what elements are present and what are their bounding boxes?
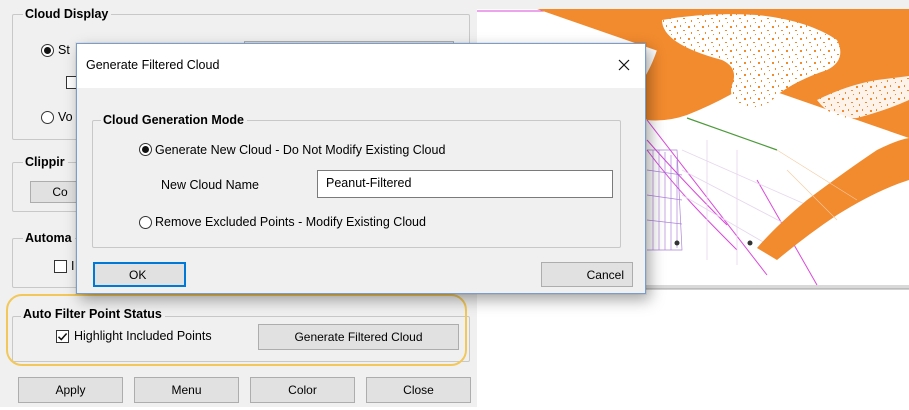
color-button[interactable]: Color <box>250 377 355 403</box>
dialog-title: Generate Filtered Cloud <box>86 58 220 72</box>
close-button[interactable]: Close <box>366 377 471 403</box>
clipping-title: Clippir <box>23 154 68 170</box>
color-label: Color <box>288 383 317 397</box>
menu-button[interactable]: Menu <box>134 377 239 403</box>
cancel-label: Cancel <box>586 267 624 282</box>
cloud-generation-mode-title: Cloud Generation Mode <box>101 112 247 128</box>
voxel-cloud-label: Vo <box>58 110 73 124</box>
generate-filtered-cloud-button[interactable]: Generate Filtered Cloud <box>258 324 459 350</box>
standard-cloud-radio[interactable] <box>41 44 54 57</box>
menu-label: Menu <box>171 383 202 397</box>
dialog-titlebar[interactable]: Generate Filtered Cloud <box>77 44 645 88</box>
new-cloud-name-input[interactable]: Peanut-Filtered <box>317 170 613 198</box>
remove-excluded-points-radio[interactable] <box>139 216 152 229</box>
highlight-included-label: Highlight Included Points <box>74 329 212 343</box>
automatic-checkbox[interactable] <box>54 260 67 273</box>
standard-cloud-label: St <box>58 43 70 57</box>
new-cloud-name-value: Peanut-Filtered <box>326 176 412 190</box>
cancel-button[interactable]: Cancel <box>541 262 633 287</box>
new-cloud-name-label: New Cloud Name <box>161 178 259 192</box>
auto-filter-title: Auto Filter Point Status <box>21 306 165 322</box>
apply-label: Apply <box>55 383 86 397</box>
close-label: Close <box>403 383 434 397</box>
generate-filtered-cloud-dialog: Generate Filtered Cloud Cloud Generation… <box>76 43 646 294</box>
automatic-title: Automa <box>23 230 75 246</box>
voxel-cloud-radio[interactable] <box>41 111 54 124</box>
highlight-included-checkbox[interactable] <box>56 330 69 343</box>
remove-excluded-points-label: Remove Excluded Points - Modify Existing… <box>155 215 426 229</box>
generate-new-cloud-radio[interactable] <box>139 143 152 156</box>
automatic-check-label: I <box>71 259 75 273</box>
checkmark-icon <box>57 333 68 341</box>
generate-new-cloud-label: Generate New Cloud - Do Not Modify Exist… <box>155 143 446 157</box>
close-icon <box>618 59 630 71</box>
apply-button[interactable]: Apply <box>18 377 123 403</box>
cloud-display-title: Cloud Display <box>23 6 112 22</box>
generate-filtered-cloud-label: Generate Filtered Cloud <box>294 330 423 344</box>
ok-label: OK <box>129 267 147 282</box>
clipping-button-label: Co <box>52 185 68 199</box>
ok-button[interactable]: OK <box>93 262 186 287</box>
dialog-close-button[interactable] <box>611 52 637 78</box>
